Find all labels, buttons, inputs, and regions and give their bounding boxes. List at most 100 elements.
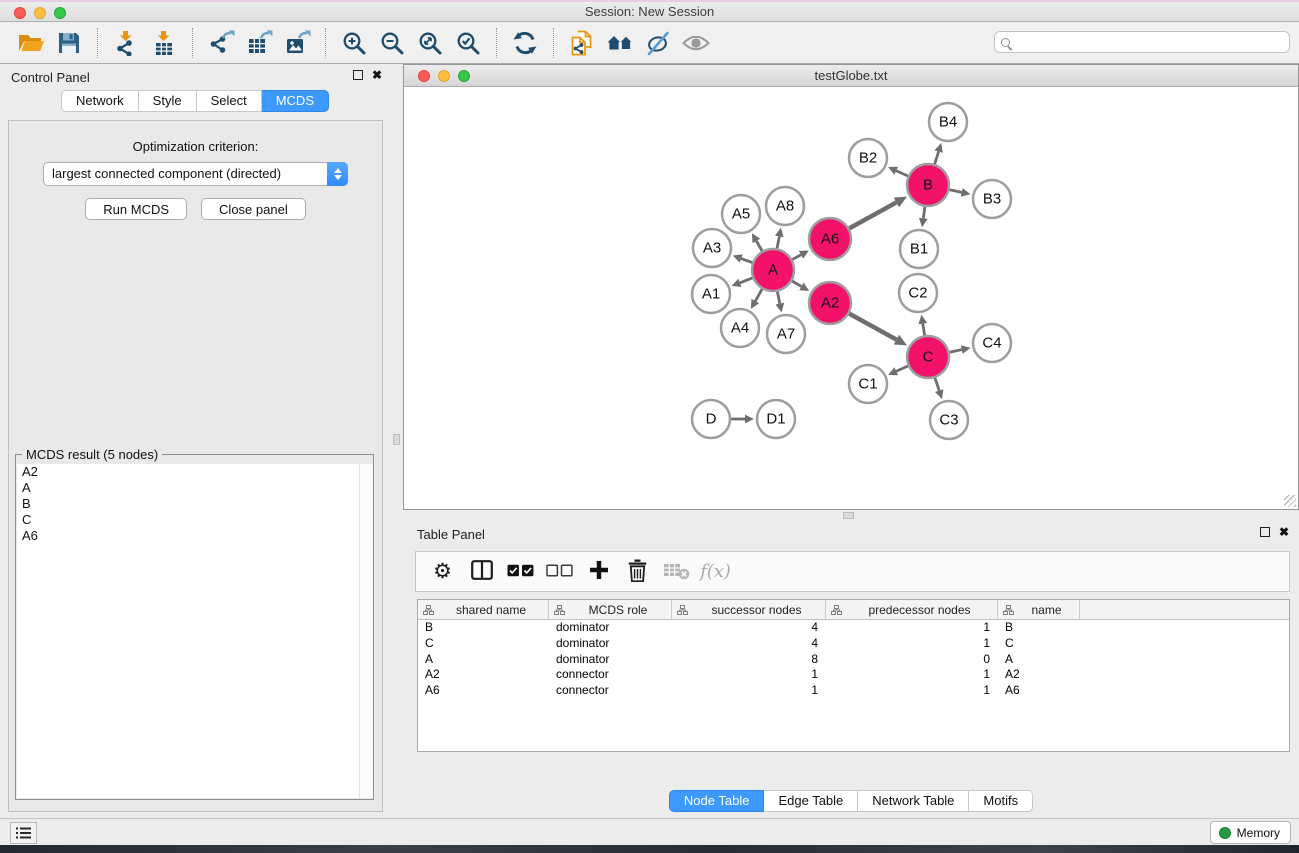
table-row[interactable]: Adominator80A — [418, 652, 1289, 668]
table-settings-button[interactable]: ⚙ — [424, 556, 461, 588]
save-session-button[interactable] — [50, 26, 88, 60]
edge-A-A6[interactable] — [792, 255, 801, 260]
zoom-in-button[interactable] — [335, 26, 373, 60]
splitter-handle[interactable] — [393, 434, 400, 445]
edge-A-A7[interactable] — [777, 292, 779, 304]
graph-node-C2[interactable]: C2 — [899, 274, 937, 312]
close-panel-icon[interactable]: ✖ — [372, 70, 382, 80]
graph-node-B2[interactable]: B2 — [849, 139, 887, 177]
table-cell[interactable]: 1 — [826, 636, 998, 652]
graph-node-D[interactable]: D — [692, 400, 730, 438]
float-panel-icon[interactable] — [353, 70, 363, 80]
zoom-out-button[interactable] — [373, 26, 411, 60]
table-cell[interactable]: A2 — [418, 667, 549, 683]
tab-style[interactable]: Style — [139, 90, 197, 112]
graph-node-A[interactable]: A — [752, 249, 794, 291]
run-mcds-button[interactable]: Run MCDS — [85, 198, 187, 220]
table-cell[interactable]: 1 — [672, 667, 826, 683]
search-input[interactable] — [1010, 33, 1289, 51]
tab-edge-table[interactable]: Edge Table — [764, 790, 858, 812]
import-table-button[interactable] — [145, 26, 183, 60]
export-network-button[interactable] — [202, 26, 240, 60]
table-cell[interactable]: B — [418, 620, 549, 636]
column-header-MCDS-role[interactable]: MCDS role — [549, 600, 672, 619]
edge-A-A1[interactable] — [740, 278, 753, 283]
edge-A-A4[interactable] — [755, 289, 762, 301]
table-cell[interactable]: dominator — [549, 652, 672, 668]
table-cell[interactable]: dominator — [549, 620, 672, 636]
result-item-b[interactable]: B — [17, 496, 372, 512]
network-window-titlebar[interactable]: testGlobe.txt — [404, 65, 1298, 87]
table-row[interactable]: A6connector11A6 — [418, 683, 1289, 699]
edge-C-C2[interactable] — [923, 324, 925, 336]
criterion-dropdown[interactable]: largest connected component (directed) — [43, 162, 348, 186]
column-header-successor-nodes[interactable]: successor nodes — [672, 600, 826, 619]
graph-node-A8[interactable]: A8 — [766, 187, 804, 225]
graph-node-C4[interactable]: C4 — [973, 324, 1011, 362]
edge-B-B3[interactable] — [949, 190, 961, 193]
table-cell[interactable]: 0 — [826, 652, 998, 668]
edge-C-C4[interactable] — [949, 350, 961, 353]
graph-node-B4[interactable]: B4 — [929, 103, 967, 141]
show-view-button[interactable] — [677, 26, 715, 60]
edge-C-C3[interactable] — [935, 378, 939, 391]
result-item-a[interactable]: A — [17, 480, 372, 496]
edge-A6-B[interactable] — [849, 202, 896, 228]
table-cell[interactable]: 1 — [826, 667, 998, 683]
table-cell[interactable]: 1 — [672, 683, 826, 699]
edge-B-B4[interactable] — [935, 152, 939, 164]
export-table-button[interactable] — [240, 26, 278, 60]
select-all-rows-button[interactable] — [502, 556, 539, 588]
import-network-button[interactable] — [107, 26, 145, 60]
zoom-fit-button[interactable] — [411, 26, 449, 60]
table-row[interactable]: Bdominator41B — [418, 620, 1289, 636]
edge-A-A2[interactable] — [792, 281, 801, 286]
table-cell[interactable]: connector — [549, 667, 672, 683]
table-cell[interactable]: A2 — [998, 667, 1080, 683]
tab-network-table[interactable]: Network Table — [858, 790, 969, 812]
graph-node-B[interactable]: B — [907, 164, 949, 206]
table-cell[interactable]: 1 — [826, 683, 998, 699]
result-item-c[interactable]: C — [17, 512, 372, 528]
minimize-view-button[interactable] — [438, 70, 450, 82]
tab-motifs[interactable]: Motifs — [969, 790, 1033, 812]
tab-network[interactable]: Network — [61, 90, 139, 112]
close-view-button[interactable] — [418, 70, 430, 82]
unselect-all-rows-button[interactable] — [541, 556, 578, 588]
graph-node-A3[interactable]: A3 — [693, 229, 731, 267]
home-button[interactable] — [601, 26, 639, 60]
delete-entry-button[interactable] — [619, 556, 656, 588]
table-cell[interactable]: dominator — [549, 636, 672, 652]
close-table-panel-icon[interactable]: ✖ — [1279, 527, 1289, 537]
float-table-panel-icon[interactable] — [1260, 527, 1270, 537]
task-history-button[interactable] — [10, 822, 37, 844]
column-header-predecessor-nodes[interactable]: predecessor nodes — [826, 600, 998, 619]
show-columns-button[interactable] — [463, 556, 500, 588]
table-cell[interactable]: A6 — [418, 683, 549, 699]
graph-node-A1[interactable]: A1 — [692, 275, 730, 313]
graph-node-C3[interactable]: C3 — [930, 401, 968, 439]
edge-C-C1[interactable] — [896, 366, 908, 371]
refresh-view-button[interactable] — [506, 26, 544, 60]
edge-B-B1[interactable] — [923, 207, 925, 219]
result-scrollbar[interactable] — [359, 464, 373, 798]
graph-node-A6[interactable]: A6 — [809, 218, 851, 260]
column-header-name[interactable]: name — [998, 600, 1080, 619]
table-cell[interactable]: A — [998, 652, 1080, 668]
table-cell[interactable]: 8 — [672, 652, 826, 668]
tab-node-table[interactable]: Node Table — [669, 790, 765, 812]
graph-node-A4[interactable]: A4 — [721, 309, 759, 347]
close-panel-button[interactable]: Close panel — [201, 198, 306, 220]
table-cell[interactable]: B — [998, 620, 1080, 636]
graph-node-A7[interactable]: A7 — [767, 315, 805, 353]
zoom-window-button[interactable] — [54, 7, 66, 19]
graph-node-A2[interactable]: A2 — [809, 282, 851, 324]
table-cell[interactable]: A — [418, 652, 549, 668]
minimize-window-button[interactable] — [34, 7, 46, 19]
edge-A-A5[interactable] — [756, 241, 762, 251]
export-image-button[interactable] — [278, 26, 316, 60]
add-entry-button[interactable] — [580, 556, 617, 588]
horizontal-splitter-handle[interactable] — [843, 512, 854, 519]
graph-node-D1[interactable]: D1 — [757, 400, 795, 438]
table-row[interactable]: Cdominator41C — [418, 636, 1289, 652]
